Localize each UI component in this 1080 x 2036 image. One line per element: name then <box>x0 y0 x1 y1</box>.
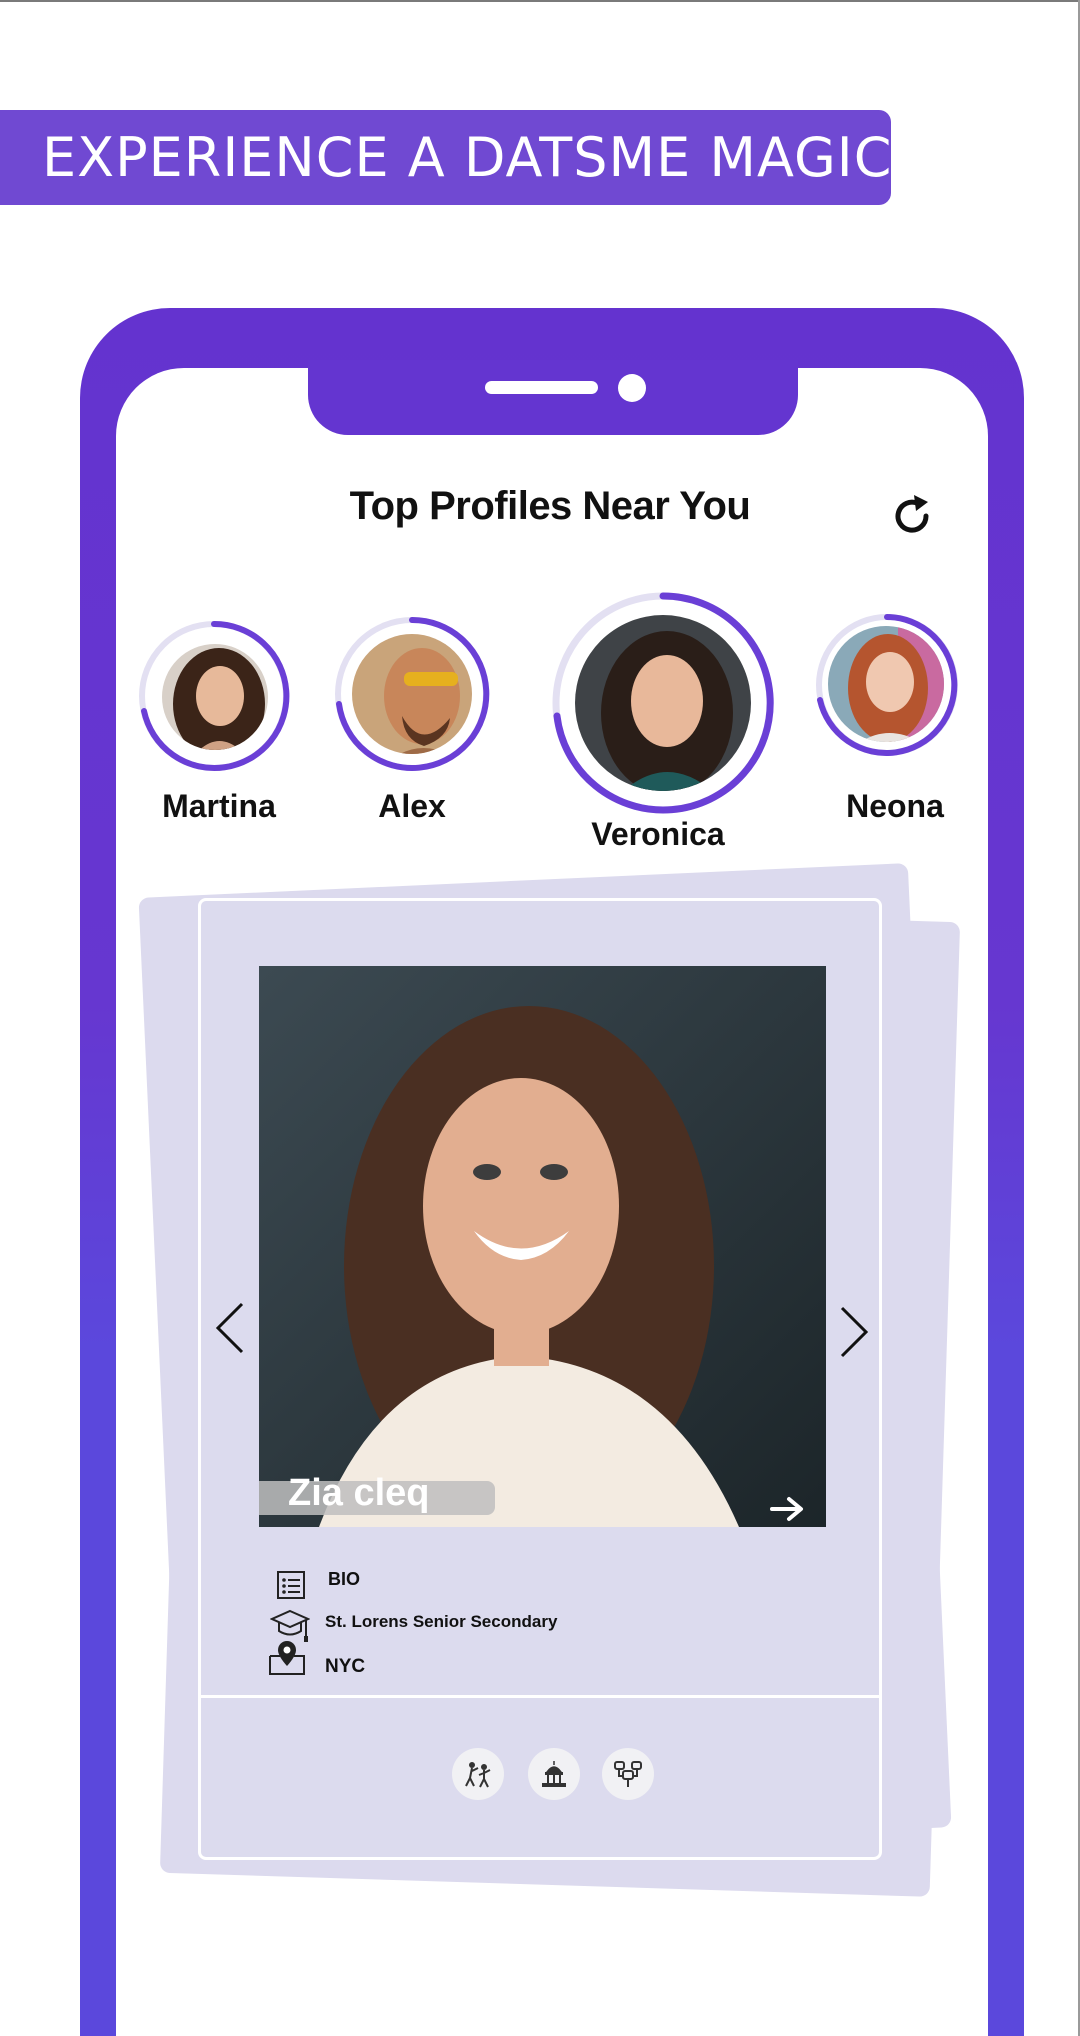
promo-banner: EXPERIENCE A DATSME MAGIC <box>0 110 891 205</box>
refresh-icon[interactable] <box>888 492 936 540</box>
phone-speaker <box>485 381 598 394</box>
profile-name: Zia cleq <box>288 1472 430 1514</box>
phone-camera <box>618 374 646 402</box>
list-icon <box>277 1571 305 1599</box>
chevron-left-icon[interactable] <box>214 1300 246 1356</box>
detail-location: NYC <box>325 1656 366 1677</box>
banner-text: EXPERIENCE A DATSME MAGIC <box>42 126 893 189</box>
chevron-right-icon[interactable] <box>838 1304 870 1360</box>
avatar <box>158 640 272 754</box>
detail-bio: BIO <box>328 1569 361 1589</box>
phone-notch <box>308 360 798 435</box>
story-name: Alex <box>378 788 446 824</box>
story-neona[interactable] <box>812 610 962 760</box>
arrow-right-icon[interactable] <box>770 1496 804 1522</box>
top-border <box>0 0 1080 2</box>
gaming-icon <box>614 1761 642 1787</box>
story-name: Veronica <box>591 816 725 852</box>
dance-icon <box>465 1762 491 1788</box>
story-alex[interactable] <box>330 612 494 776</box>
avatar <box>824 622 948 746</box>
avatar <box>348 630 476 758</box>
screen-title: Top Profiles Near You <box>349 484 751 528</box>
story-name: Martina <box>162 788 276 824</box>
graduation-cap-icon <box>270 1609 310 1642</box>
monument-icon <box>542 1761 566 1787</box>
story-veronica[interactable] <box>548 588 778 818</box>
story-name: Neona <box>846 788 944 824</box>
interest-gaming[interactable] <box>602 1748 654 1800</box>
avatar <box>571 611 755 795</box>
map-pin-icon <box>269 1641 305 1675</box>
profile-photo[interactable] <box>259 966 826 1527</box>
detail-school: St. Lorens Senior Secondary <box>325 1612 558 1631</box>
interest-dance[interactable] <box>452 1748 504 1800</box>
card-divider <box>200 1695 880 1698</box>
story-martina[interactable] <box>134 616 294 776</box>
interest-monument[interactable] <box>528 1748 580 1800</box>
